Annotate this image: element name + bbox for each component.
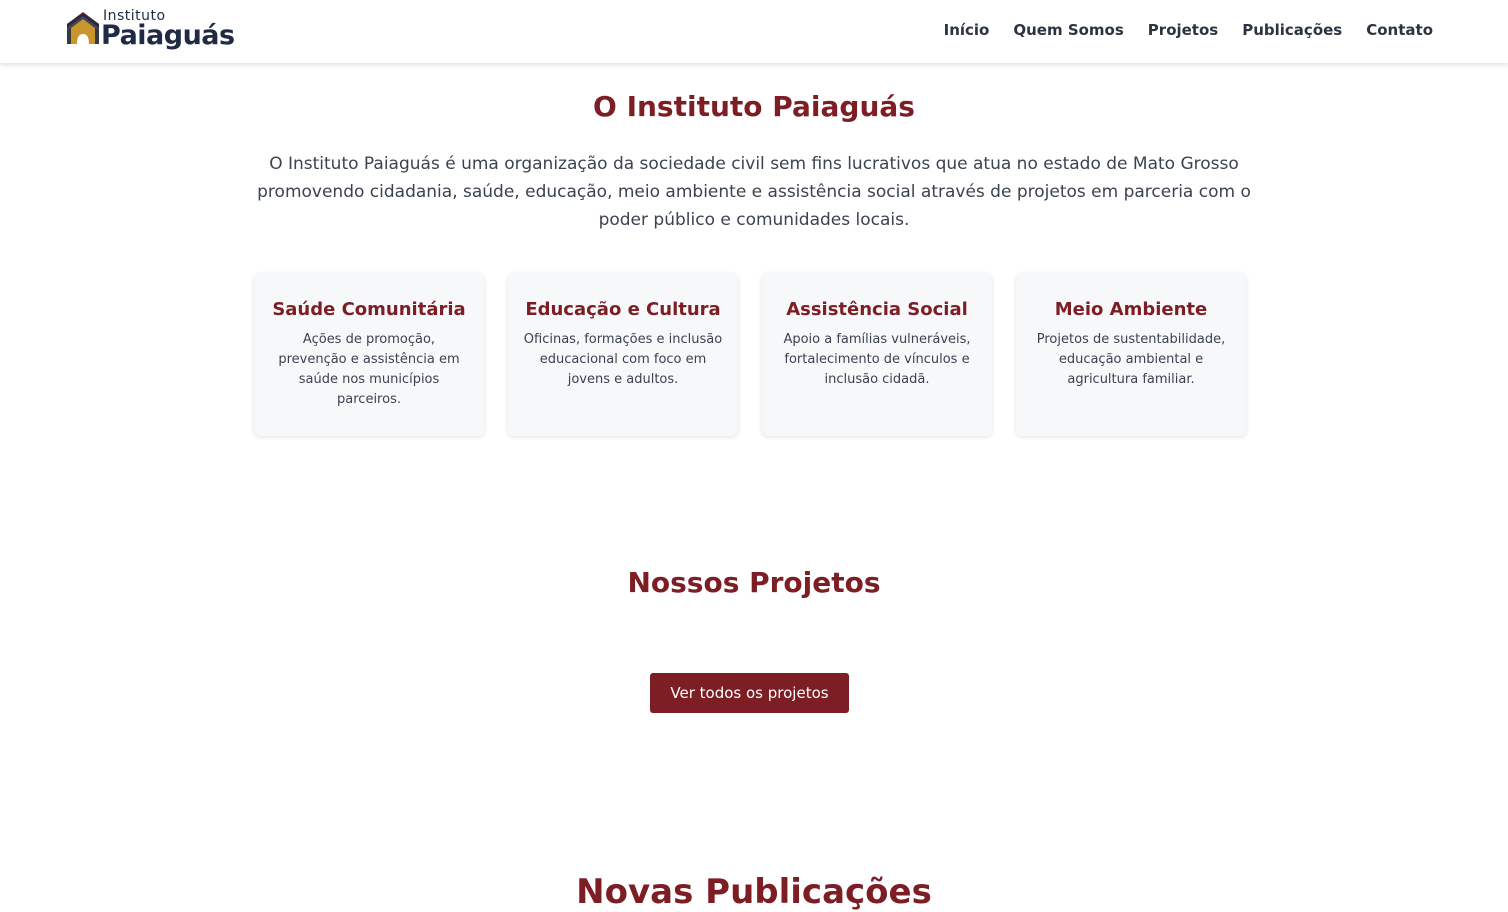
focus-area-cards: Saúde Comunitária Ações de promoção, pre… (254, 273, 1246, 436)
card-saude: Saúde Comunitária Ações de promoção, pre… (254, 273, 484, 436)
card-text: Ações de promoção, prevenção e assistênc… (278, 332, 460, 407)
nav-link-inicio[interactable]: Início (944, 21, 990, 39)
projects-title: Nossos Projetos (627, 566, 881, 599)
main-nav: Início Quem Somos Projetos Publicações C… (944, 21, 1433, 39)
card-educacao: Educação e Cultura Oficinas, formações e… (508, 273, 738, 436)
card-meio-ambiente: Meio Ambiente Projetos de sustentabilida… (1016, 273, 1246, 436)
view-all-projects-button[interactable]: Ver todos os projetos (650, 673, 849, 713)
logo-mark-icon (67, 12, 99, 44)
card-text: Oficinas, formações e inclusão educacion… (523, 332, 723, 387)
logo[interactable]: Instituto Paiaguás (65, 8, 235, 53)
card-title: Meio Ambiente (1054, 299, 1208, 320)
card-assistencia: Assistência Social Apoio a famílias vuln… (762, 273, 992, 436)
nav-link-publicacoes[interactable]: Publicações (1242, 21, 1342, 39)
about-title: O Instituto Paiaguás (593, 90, 915, 123)
card-title: Assistência Social (786, 299, 968, 320)
about-text: O Instituto Paiaguás é uma organização d… (257, 154, 1251, 230)
nav-link-quem-somos[interactable]: Quem Somos (1013, 21, 1123, 39)
publications-title: Novas Publicações (576, 872, 932, 912)
logo-big-text: Paiaguás (101, 20, 235, 51)
card-text: Projetos de sustentabilidade, educação a… (1036, 332, 1226, 387)
nav-link-projetos[interactable]: Projetos (1148, 21, 1218, 39)
nav-link-contato[interactable]: Contato (1366, 21, 1433, 39)
card-title: Saúde Comunitária (272, 299, 466, 320)
site-header: Instituto Paiaguás Início Quem Somos Pro… (0, 0, 1508, 63)
card-text: Apoio a famílias vulneráveis, fortalecim… (783, 332, 971, 387)
card-title: Educação e Cultura (525, 299, 721, 320)
